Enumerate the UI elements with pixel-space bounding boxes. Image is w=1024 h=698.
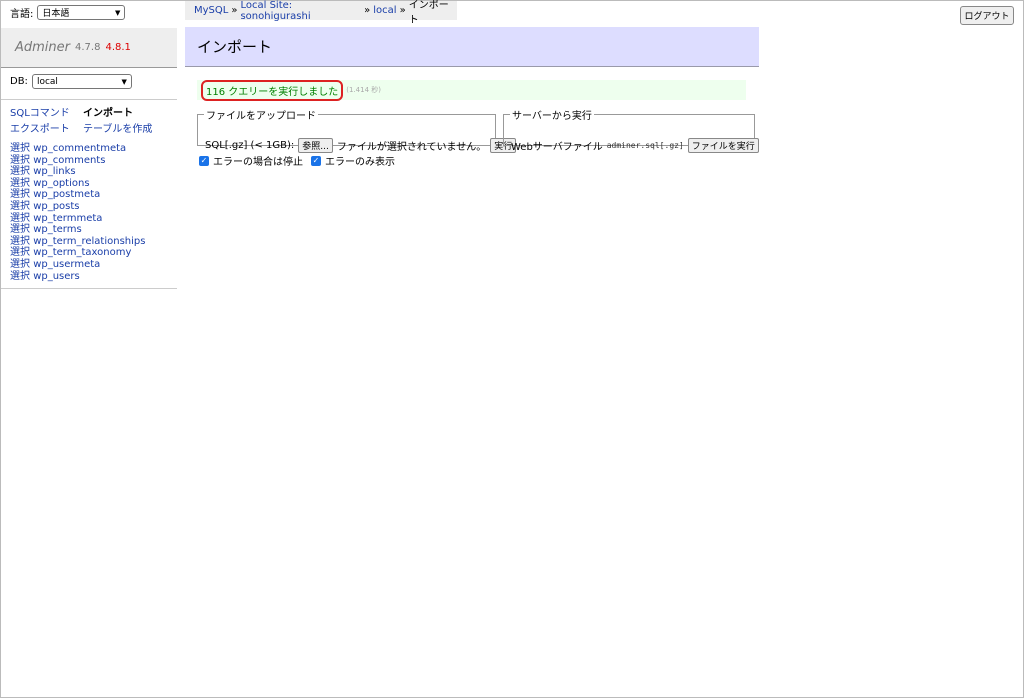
sidebar-divider bbox=[1, 99, 177, 100]
export-link[interactable]: エクスポート bbox=[10, 120, 83, 135]
message-time: (1.414 秒) bbox=[346, 86, 381, 94]
new-version-link[interactable]: 4.8.1 bbox=[105, 42, 130, 53]
table-name-link[interactable]: wp_users bbox=[33, 271, 80, 282]
execute-file-button[interactable]: ファイルを実行 bbox=[687, 138, 759, 153]
database-selected-value: local bbox=[36, 76, 58, 87]
database-selector: DB: local ▼ bbox=[10, 74, 132, 89]
select-table-link[interactable]: 選択 bbox=[10, 247, 30, 258]
stop-on-error-checkbox[interactable]: ✓ bbox=[199, 155, 209, 166]
language-select[interactable]: 日本語 ▼ bbox=[37, 5, 126, 20]
select-table-link[interactable]: 選択 bbox=[10, 178, 30, 189]
table-name-link[interactable]: wp_terms bbox=[33, 224, 82, 235]
breadcrumb-separator: » bbox=[399, 5, 406, 16]
create-table-link[interactable]: テーブルを作成 bbox=[83, 120, 152, 135]
list-item: 選択 wp_term_taxonomy bbox=[10, 247, 145, 259]
table-name-link[interactable]: wp_termmeta bbox=[33, 213, 102, 224]
database-label: DB: bbox=[10, 76, 28, 87]
list-item: 選択 wp_term_relationships bbox=[10, 236, 145, 248]
brand-name[interactable]: Adminer bbox=[15, 40, 70, 55]
select-table-link[interactable]: 選択 bbox=[10, 166, 30, 177]
browse-button[interactable]: 参照... bbox=[298, 138, 333, 153]
server-filename: adminer.sql[.gz] bbox=[606, 141, 684, 150]
chevron-down-icon: ▼ bbox=[121, 77, 127, 86]
import-link[interactable]: インポート bbox=[83, 104, 152, 119]
table-name-link[interactable]: wp_links bbox=[33, 166, 75, 177]
table-name-link[interactable]: wp_comments bbox=[33, 155, 105, 166]
list-item: 選択 wp_posts bbox=[10, 201, 145, 213]
errors-only-label: エラーのみ表示 bbox=[325, 157, 395, 168]
message-text: 116 クエリーを実行しました bbox=[201, 79, 344, 101]
server-fieldset: サーバーから実行 Webサーバファイル adminer.sql[.gz] ファイ… bbox=[503, 107, 759, 153]
list-item: 選択 wp_commentmeta bbox=[10, 143, 145, 155]
database-select[interactable]: local ▼ bbox=[31, 74, 132, 89]
server-file-label: Webサーバファイル bbox=[511, 142, 603, 153]
sidebar-divider bbox=[1, 288, 177, 289]
breadcrumb-mysql[interactable]: MySQL bbox=[194, 5, 228, 16]
list-item: 選択 wp_comments bbox=[10, 155, 145, 167]
import-options: ✓ エラーの場合は停止 ✓ エラーのみ表示 bbox=[199, 153, 395, 168]
brand-header: Adminer 4.7.8 4.8.1 bbox=[1, 28, 177, 68]
select-table-link[interactable]: 選択 bbox=[10, 271, 30, 282]
table-name-link[interactable]: wp_posts bbox=[33, 201, 79, 212]
list-item: 選択 wp_termmeta bbox=[10, 213, 145, 225]
breadcrumb: MySQL » Local Site: sonohigurashi » loca… bbox=[185, 0, 457, 26]
list-item: 選択 wp_postmeta bbox=[10, 189, 145, 201]
chevron-down-icon: ▼ bbox=[114, 8, 121, 17]
select-table-link[interactable]: 選択 bbox=[10, 259, 30, 270]
errors-only-checkbox[interactable]: ✓ bbox=[311, 155, 321, 166]
select-table-link[interactable]: 選択 bbox=[10, 155, 30, 166]
logout-button[interactable]: ログアウト bbox=[960, 6, 1014, 25]
list-item: 選択 wp_usermeta bbox=[10, 259, 145, 271]
breadcrumb-server[interactable]: Local Site: sonohigurashi bbox=[240, 0, 361, 22]
table-name-link[interactable]: wp_options bbox=[33, 178, 89, 189]
language-selector: 言語: 日本語 ▼ bbox=[10, 5, 126, 20]
list-item: 選択 wp_options bbox=[10, 178, 145, 190]
server-legend: サーバーから実行 bbox=[512, 111, 592, 122]
upload-legend: ファイルをアップロード bbox=[206, 111, 316, 122]
brand-version: 4.7.8 bbox=[75, 42, 101, 53]
table-list: 選択 wp_commentmeta 選択 wp_comments 選択 wp_l… bbox=[10, 143, 145, 282]
select-table-link[interactable]: 選択 bbox=[10, 236, 30, 247]
language-label: 言語: bbox=[10, 9, 34, 20]
page-title: インポート bbox=[197, 38, 273, 56]
upload-label: SQL[.gz] (< 1GB): bbox=[205, 140, 295, 151]
select-table-link[interactable]: 選択 bbox=[10, 201, 30, 212]
list-item: 選択 wp_links bbox=[10, 166, 145, 178]
select-table-link[interactable]: 選択 bbox=[10, 213, 30, 224]
sidebar-commands: SQLコマンド インポート エクスポート テーブルを作成 bbox=[10, 104, 152, 135]
upload-fieldset: ファイルをアップロード SQL[.gz] (< 1GB): 参照... ファイル… bbox=[197, 107, 517, 153]
select-table-link[interactable]: 選択 bbox=[10, 143, 30, 154]
language-selected-value: 日本語 bbox=[42, 9, 70, 19]
no-file-text: ファイルが選択されていません。 bbox=[336, 142, 487, 153]
table-name-link[interactable]: wp_usermeta bbox=[33, 259, 100, 270]
content-header: インポート bbox=[185, 27, 759, 67]
breadcrumb-separator: » bbox=[364, 5, 371, 16]
breadcrumb-separator: » bbox=[231, 5, 238, 16]
select-table-link[interactable]: 選択 bbox=[10, 189, 30, 200]
table-name-link[interactable]: wp_commentmeta bbox=[33, 143, 126, 154]
table-name-link[interactable]: wp_term_taxonomy bbox=[33, 247, 131, 258]
list-item: 選択 wp_terms bbox=[10, 224, 145, 236]
breadcrumb-current: インポート bbox=[408, 0, 449, 26]
select-table-link[interactable]: 選択 bbox=[10, 224, 30, 235]
breadcrumb-database[interactable]: local bbox=[373, 5, 396, 16]
sql-command-link[interactable]: SQLコマンド bbox=[10, 104, 83, 119]
table-name-link[interactable]: wp_term_relationships bbox=[33, 236, 145, 247]
stop-on-error-label: エラーの場合は停止 bbox=[213, 157, 303, 168]
table-name-link[interactable]: wp_postmeta bbox=[33, 189, 100, 200]
success-message: 116 クエリーを実行しました (1.414 秒) bbox=[197, 79, 746, 101]
list-item: 選択 wp_users bbox=[10, 271, 145, 283]
